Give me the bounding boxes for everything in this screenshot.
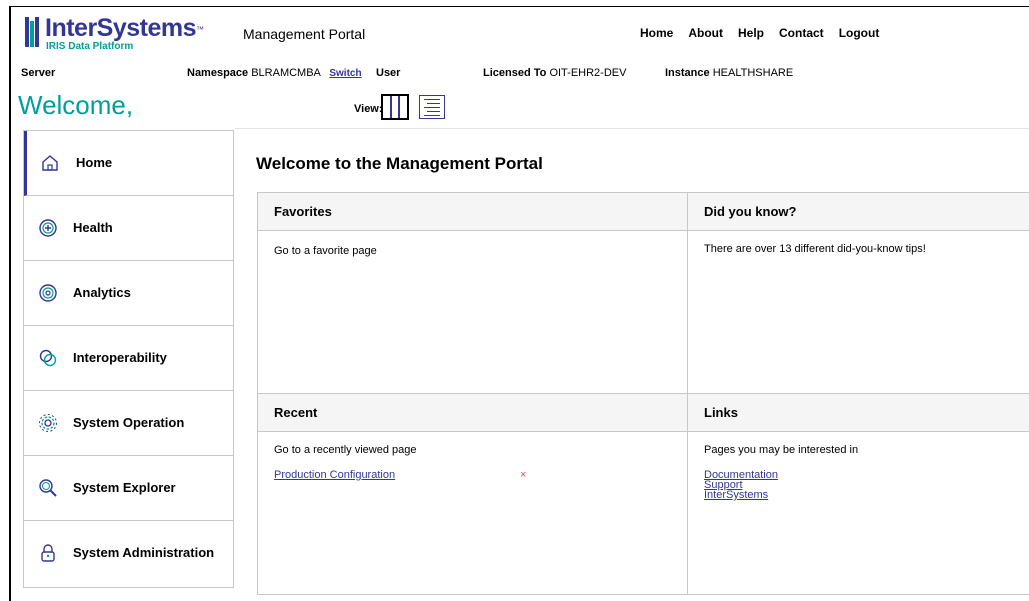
sidebar-item-system-explorer[interactable]: System Explorer (24, 456, 233, 521)
favorites-title: Favorites (274, 204, 332, 219)
links-title: Links (704, 405, 738, 420)
lock-icon (41, 544, 55, 562)
did-you-know-panel: Did you know? There are over 13 differen… (688, 193, 1029, 393)
sidebar-item-system-operation[interactable]: System Operation (24, 391, 233, 456)
info-bar: Server Namespace BLRAMCMBA Switch User L… (11, 63, 1029, 83)
did-you-know-title: Did you know? (704, 204, 797, 219)
interoperability-rings-icon (39, 349, 57, 367)
divider (258, 393, 1029, 394)
user-label: User (376, 67, 401, 79)
sidebar-item-health[interactable]: Health (24, 196, 233, 261)
server-label: Server (21, 67, 56, 79)
sidebar-item-label: Health (73, 220, 113, 235)
namespace-info: Namespace BLRAMCMBA Switch (187, 67, 362, 79)
view-label: View: (354, 103, 383, 115)
recent-panel: Recent Go to a recently viewed page Prod… (258, 394, 687, 594)
switch-namespace-link[interactable]: Switch (329, 68, 361, 79)
top-nav: Home About Help Contact Logout (640, 26, 879, 40)
magnifier-icon (39, 479, 57, 497)
licensed-value: OIT-EHR2-DEV (549, 67, 627, 79)
links-text: Pages you may be interested in (704, 444, 859, 456)
health-plus-icon (39, 219, 57, 237)
sidebar-item-label: Interoperability (73, 350, 167, 365)
sidebar-item-interoperability[interactable]: Interoperability (24, 326, 233, 391)
welcome-heading: Welcome, (18, 90, 134, 120)
portal-header: InterSystems™ IRIS Data Platform Managem… (11, 7, 1029, 63)
instance-value: HEALTHSHARE (712, 67, 794, 79)
logo-text: InterSystems™ (45, 14, 204, 42)
instance-info: Instance HEALTHSHARE (665, 67, 793, 79)
favorites-panel: Favorites Go to a favorite page (258, 193, 687, 393)
sidebar-item-label: System Administration (73, 545, 215, 560)
sidebar-item-system-administration[interactable]: System Administration (24, 521, 233, 586)
panel-header: Favorites (258, 193, 687, 231)
nav-home-link[interactable]: Home (640, 26, 673, 40)
panel-header: Did you know? (688, 193, 1029, 231)
sidebar-item-label: System Explorer (73, 480, 176, 495)
sidebar-item-label: Analytics (73, 285, 131, 300)
instance-label: Instance (665, 67, 710, 79)
app-title: Management Portal (243, 26, 366, 42)
sidebar-item-label: Home (76, 155, 113, 170)
panel-header: Links (688, 394, 1029, 432)
sidebar-item-analytics[interactable]: Analytics (24, 261, 233, 326)
sidebar: Home Health Analytics Interoperability S… (23, 130, 234, 588)
list-view-icon[interactable] (419, 95, 445, 119)
panel-header: Recent (258, 394, 687, 432)
nav-about-link[interactable]: About (688, 26, 723, 40)
nav-contact-link[interactable]: Contact (779, 26, 824, 40)
licensed-label: Licensed To (483, 67, 547, 79)
sidebar-item-home[interactable]: Home (24, 131, 233, 196)
recent-title: Recent (274, 405, 318, 420)
divider (235, 128, 1029, 129)
namespace-label: Namespace (187, 67, 249, 79)
columns-view-icon[interactable] (381, 94, 409, 120)
page-title: Welcome to the Management Portal (256, 154, 543, 173)
home-icon (42, 155, 58, 171)
remove-recent-icon[interactable]: × (520, 469, 526, 481)
gear-icon (39, 414, 57, 432)
license-info: Licensed To OIT-EHR2-DEV (483, 67, 626, 79)
favorites-text: Go to a favorite page (274, 245, 377, 257)
logo-subtitle: IRIS Data Platform (46, 41, 134, 52)
logo-mark-icon (25, 17, 39, 47)
link-intersystems[interactable]: InterSystems (704, 490, 778, 501)
recent-text: Go to a recently viewed page (274, 444, 417, 456)
did-you-know-text: There are over 13 different did-you-know… (704, 243, 926, 255)
dashboard-grid: Favorites Go to a favorite page Did you … (257, 192, 1029, 595)
nav-logout-link[interactable]: Logout (839, 26, 880, 40)
links-panel: Links Pages you may be interested in Doc… (688, 394, 1029, 594)
sidebar-item-label: System Operation (73, 415, 185, 430)
namespace-value: BLRAMCMBA (251, 67, 321, 79)
recent-link-production-configuration[interactable]: Production Configuration (274, 470, 395, 481)
window-border-left (9, 6, 11, 601)
analytics-target-icon (39, 284, 57, 302)
nav-help-link[interactable]: Help (738, 26, 764, 40)
